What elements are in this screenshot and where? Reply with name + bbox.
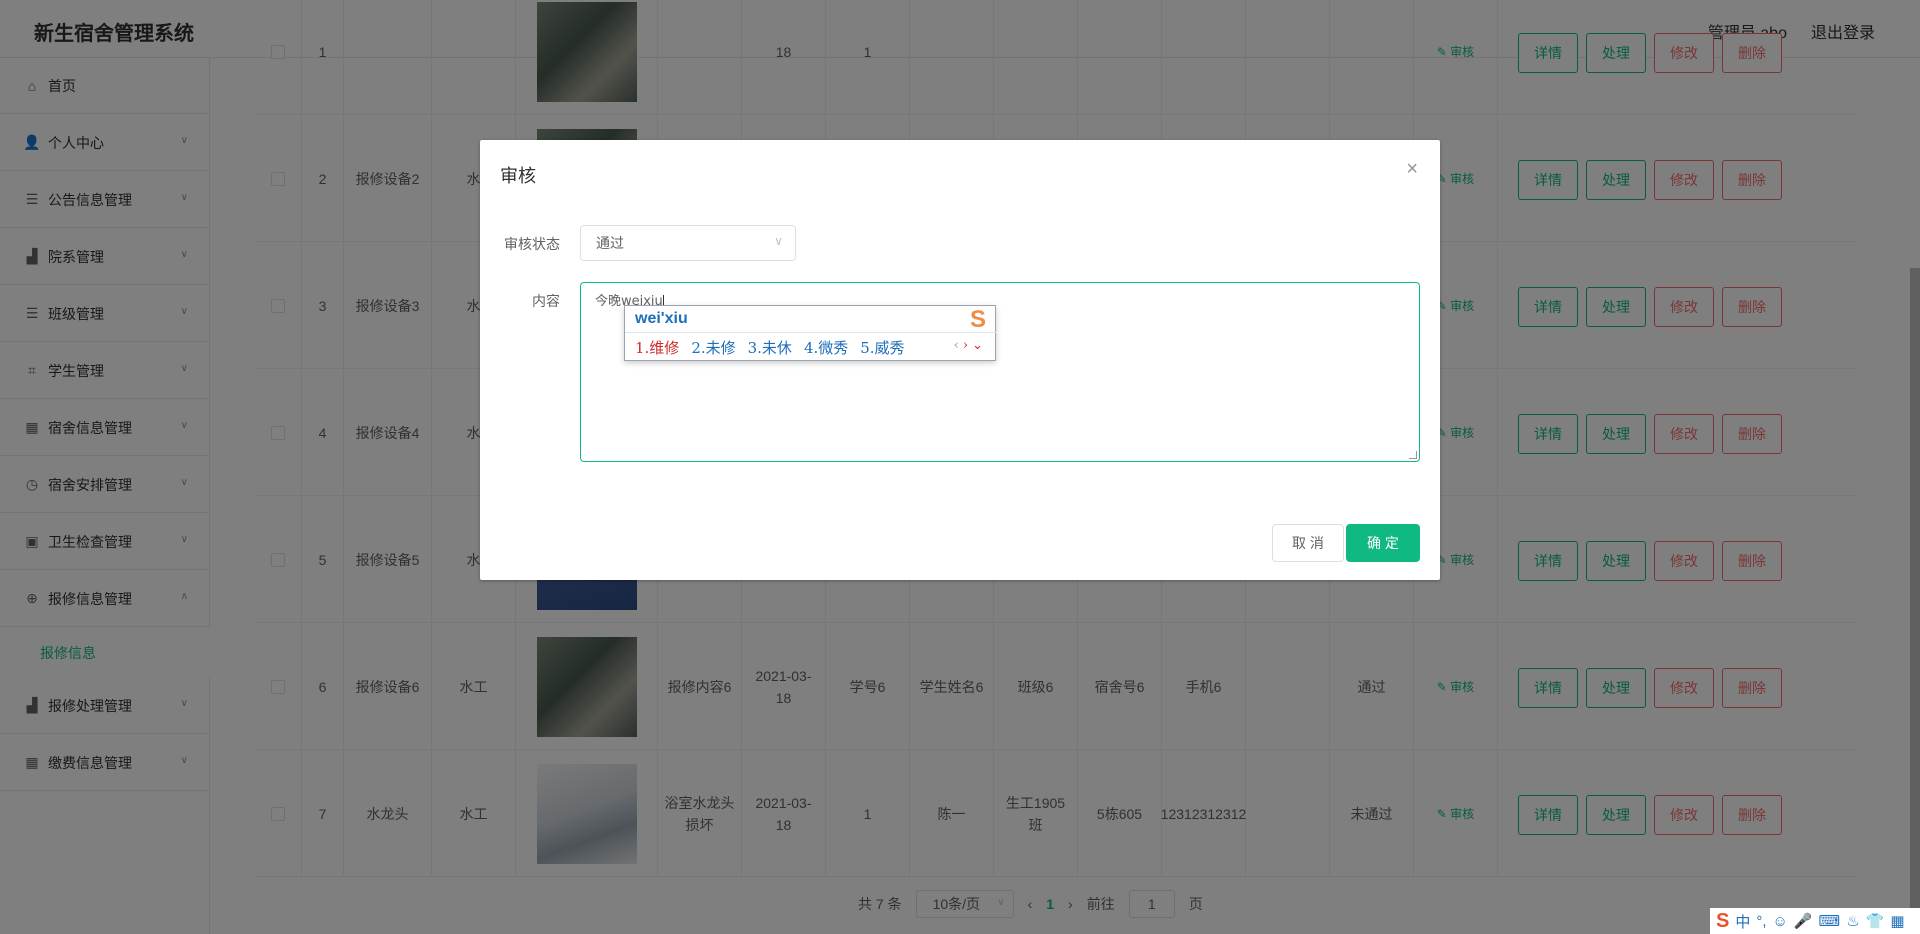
- ime-prev-icon[interactable]: ‹: [954, 338, 963, 353]
- dialog-title: 审核: [500, 166, 536, 186]
- emoji-icon[interactable]: ☺: [1773, 913, 1788, 930]
- confirm-button[interactable]: 确 定: [1346, 524, 1420, 562]
- ime-expand-icon[interactable]: ⌄: [972, 338, 987, 353]
- ime-candidate[interactable]: 4.微秀: [804, 337, 848, 358]
- grid-icon[interactable]: ▦: [1890, 912, 1904, 930]
- skin-icon[interactable]: ♨: [1846, 912, 1859, 930]
- close-icon[interactable]: ×: [1406, 158, 1418, 181]
- status-select[interactable]: 通过 ∨: [580, 225, 796, 261]
- content-label: 内容: [532, 293, 560, 309]
- ime-pinyin: wei'xiu: [635, 310, 688, 327]
- status-label: 审核状态: [504, 236, 560, 252]
- ime-toolbar: S 中 °, ☺ 🎤 ⌨ ♨ 👕 ▦: [1710, 908, 1920, 934]
- sogou-logo-icon[interactable]: S: [1716, 910, 1729, 933]
- punct-toggle[interactable]: °,: [1756, 913, 1766, 930]
- ime-next-icon[interactable]: ›: [963, 338, 972, 353]
- shirt-icon[interactable]: 👕: [1866, 912, 1885, 930]
- keyboard-icon[interactable]: ⌨: [1819, 912, 1841, 930]
- ime-candidate[interactable]: 5.威秀: [860, 337, 904, 358]
- sogou-logo-icon: S: [969, 306, 986, 333]
- resize-handle[interactable]: [1409, 451, 1417, 459]
- mic-icon[interactable]: 🎤: [1794, 912, 1813, 930]
- lang-toggle[interactable]: 中: [1735, 911, 1750, 932]
- ime-candidate[interactable]: 2.未修: [691, 337, 735, 358]
- chevron-down-icon: ∨: [774, 234, 783, 248]
- cancel-button[interactable]: 取 消: [1272, 524, 1344, 562]
- ime-candidate[interactable]: 3.未休: [748, 337, 792, 358]
- ime-candidate[interactable]: 1.维修: [635, 337, 679, 358]
- ime-candidate-window: wei'xiu S 1.维修 2.未修 3.未休 4.微秀 5.威秀 ‹›⌄: [624, 305, 997, 361]
